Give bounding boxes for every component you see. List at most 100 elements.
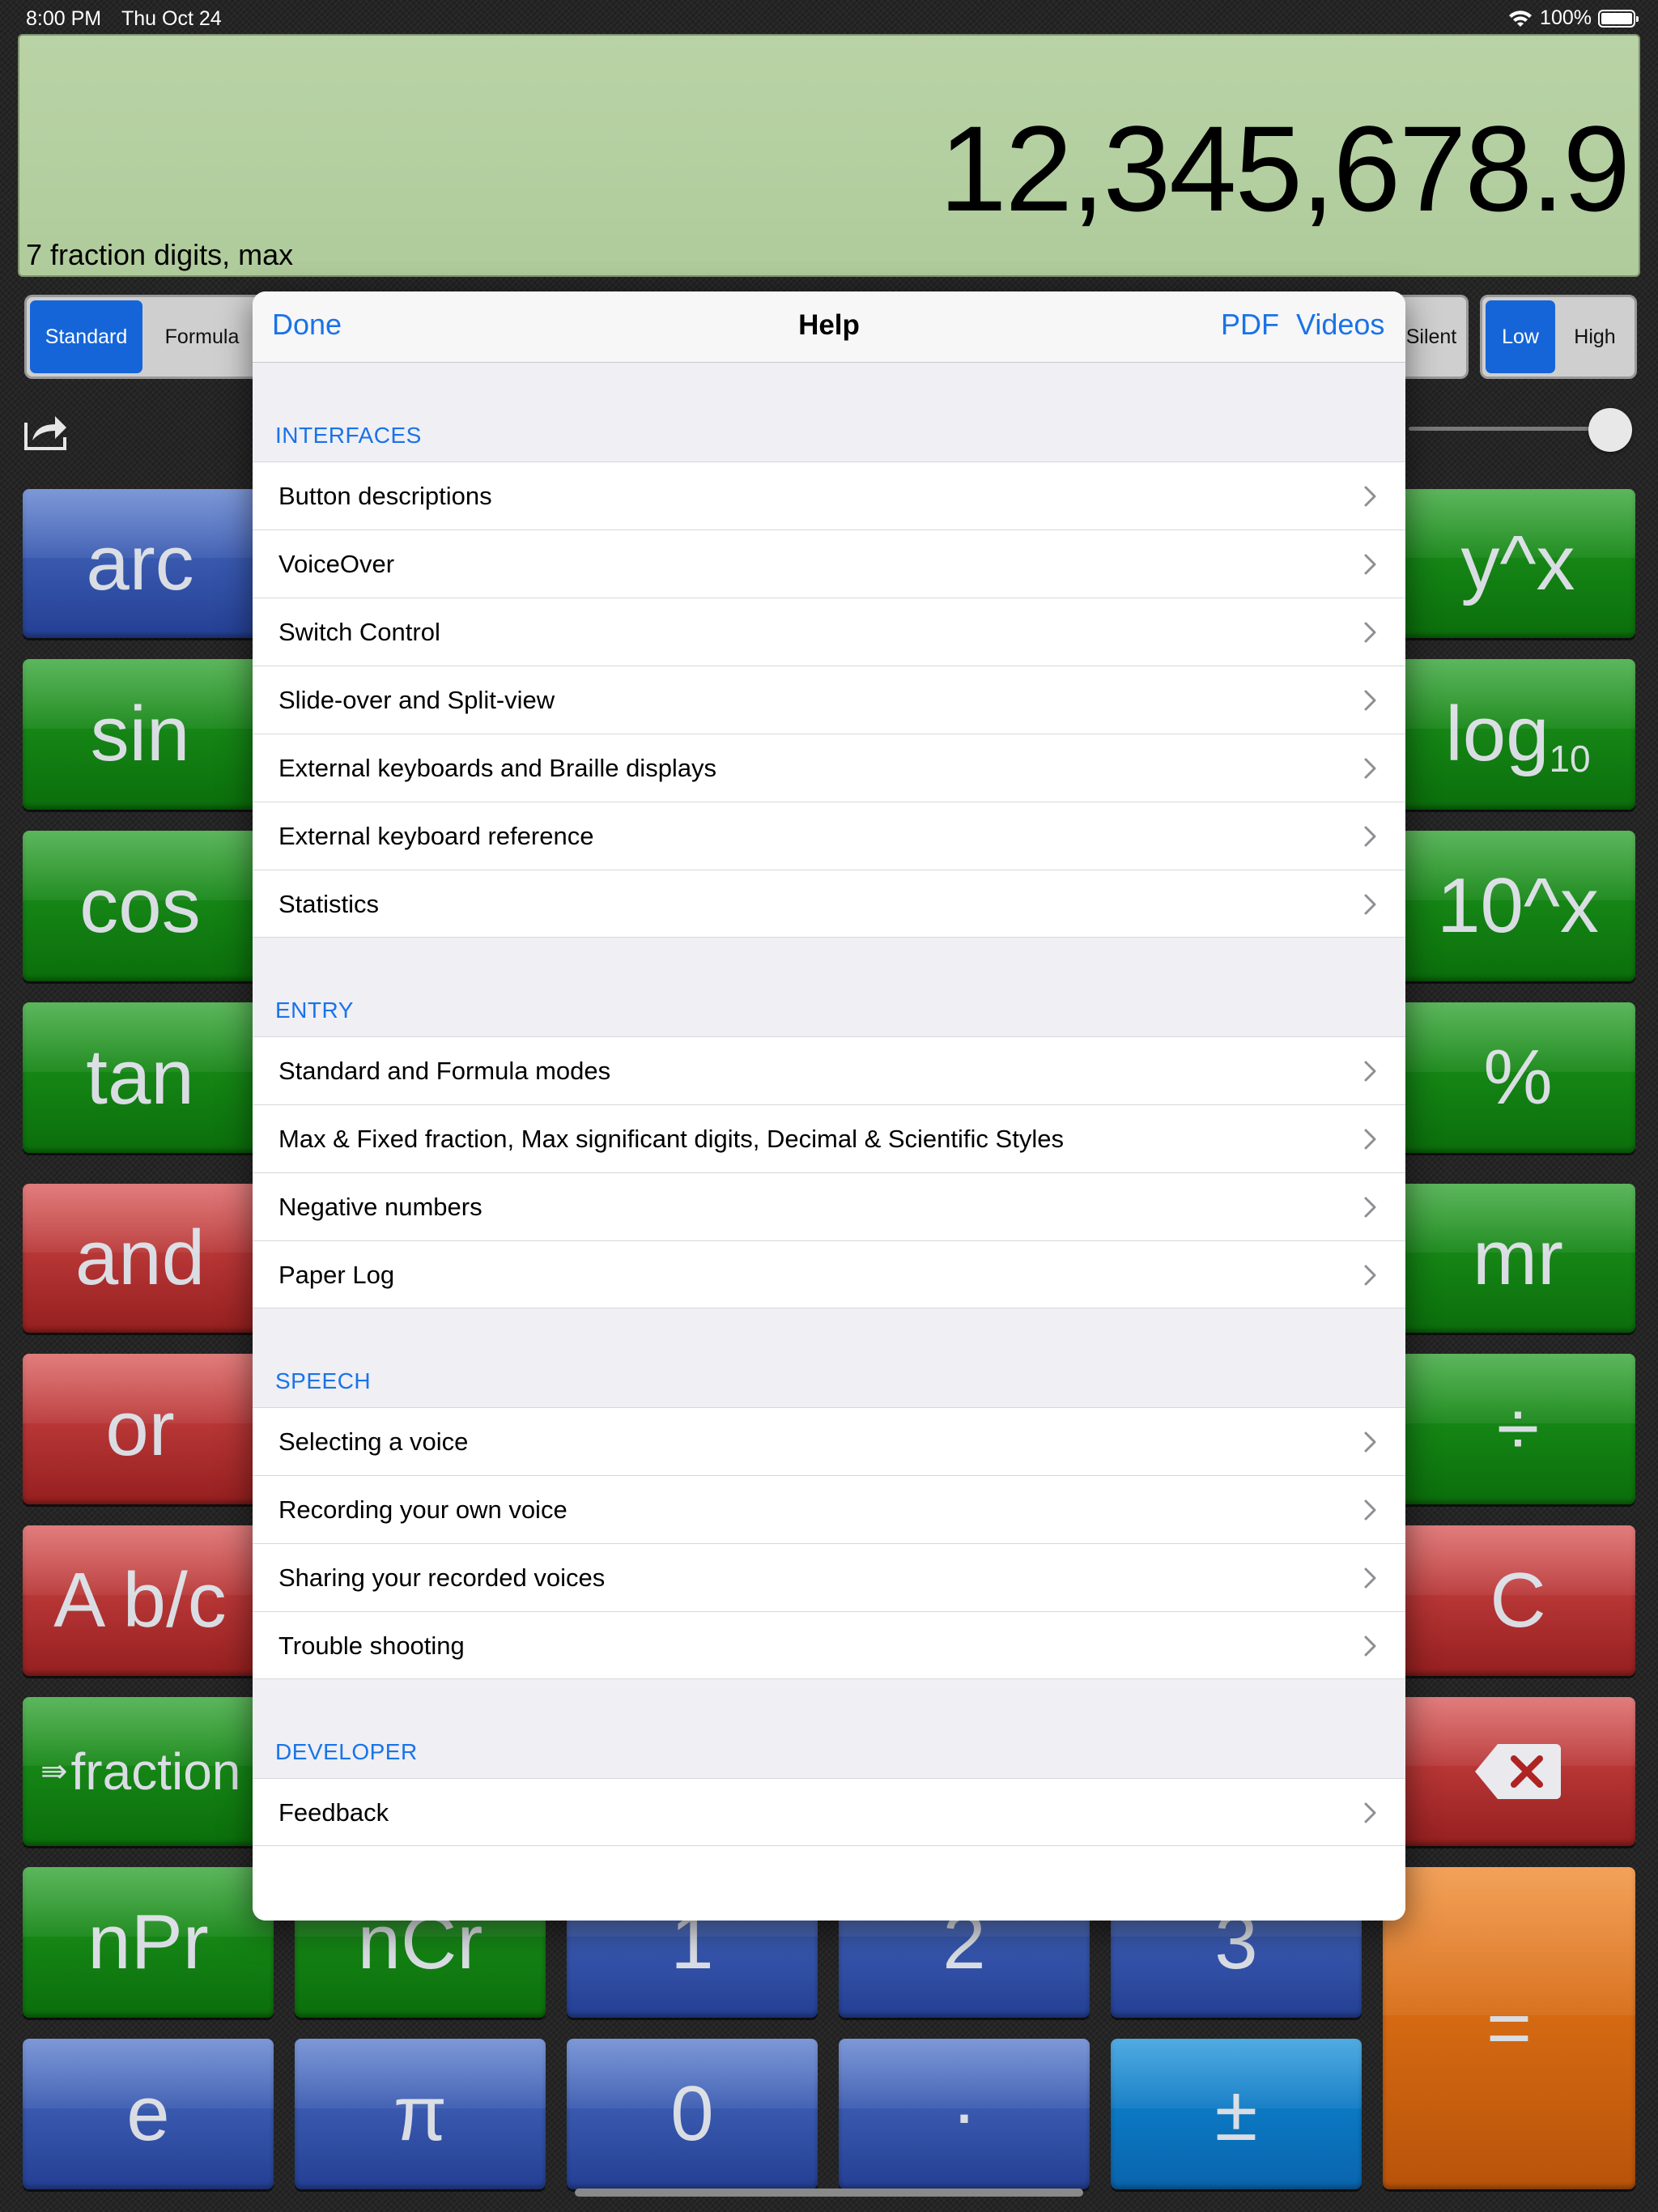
key-cos[interactable]: cos	[23, 831, 257, 981]
display-format-info: 7 fraction digits, max	[26, 238, 294, 271]
help-list-item-label: Feedback	[278, 1798, 389, 1827]
help-list-item[interactable]: External keyboards and Braille displays	[253, 734, 1405, 802]
key-sin[interactable]: sin	[23, 659, 257, 810]
home-indicator[interactable]	[575, 2189, 1083, 2197]
help-list-item[interactable]: Trouble shooting	[253, 1611, 1405, 1679]
wifi-icon	[1509, 10, 1533, 27]
key-divide[interactable]: ÷	[1401, 1354, 1635, 1504]
videos-button[interactable]: Videos	[1296, 308, 1384, 342]
key-a-b-c[interactable]: A b/c	[23, 1525, 257, 1676]
key-fraction-label: fraction	[70, 1742, 241, 1801]
help-list-item[interactable]: Slide-over and Split-view	[253, 666, 1405, 734]
key-percent[interactable]: %	[1401, 1002, 1635, 1153]
section-header: SPEECH	[253, 1308, 1405, 1407]
key-fraction[interactable]: ⇛ fraction	[23, 1697, 257, 1846]
help-list-item[interactable]: Max & Fixed fraction, Max significant di…	[253, 1104, 1405, 1172]
chevron-right-icon	[1364, 1197, 1376, 1218]
help-list-item[interactable]: Sharing your recorded voices	[253, 1543, 1405, 1611]
pitch-high-option[interactable]: High	[1558, 300, 1631, 373]
display-value: 12,345,678.9	[939, 100, 1630, 236]
chevron-right-icon	[1364, 826, 1376, 847]
help-navbar: Done Help PDF Videos	[253, 291, 1405, 363]
help-list-item[interactable]: Statistics	[253, 870, 1405, 938]
mode-formula-option[interactable]: Formula	[146, 300, 258, 373]
calculator-display: 12,345,678.9 7 fraction digits, max	[18, 34, 1640, 277]
help-list-item-label: Button descriptions	[278, 482, 492, 510]
key-equals[interactable]: =	[1383, 1867, 1635, 2189]
key-and[interactable]: and	[23, 1184, 257, 1333]
help-list-item-label: Selecting a voice	[278, 1427, 469, 1456]
key-plus-minus[interactable]: ±	[1111, 2039, 1362, 2189]
chevron-right-icon	[1364, 1129, 1376, 1150]
chevron-right-icon	[1364, 554, 1376, 575]
key-tan[interactable]: tan	[23, 1002, 257, 1153]
chevron-right-icon	[1364, 1568, 1376, 1589]
help-list-item[interactable]: Standard and Formula modes	[253, 1036, 1405, 1104]
volume-slider-track[interactable]	[1409, 427, 1595, 431]
key-backspace[interactable]	[1401, 1697, 1635, 1846]
chevron-right-icon	[1364, 1636, 1376, 1657]
help-list-item-label: Slide-over and Split-view	[278, 686, 555, 714]
help-list-item[interactable]: Selecting a voice	[253, 1407, 1405, 1475]
key-0[interactable]: 0	[567, 2039, 818, 2189]
chevron-right-icon	[1364, 894, 1376, 915]
help-list-item[interactable]: Switch Control	[253, 598, 1405, 666]
battery-icon	[1598, 9, 1639, 28]
backspace-icon	[1475, 1744, 1561, 1799]
key-arc[interactable]: arc	[23, 489, 257, 638]
key-clear[interactable]: C	[1401, 1525, 1635, 1676]
help-list-item[interactable]: Negative numbers	[253, 1172, 1405, 1240]
key-pi[interactable]: π	[295, 2039, 546, 2189]
status-date: Thu Oct 24	[121, 7, 222, 30]
key-or[interactable]: or	[23, 1354, 257, 1504]
help-list-item-label: VoiceOver	[278, 550, 395, 578]
help-list: INTERFACES Button descriptions VoiceOver Sw…	[253, 363, 1405, 1846]
key-decimal[interactable]: ·	[839, 2039, 1090, 2189]
help-list-item[interactable]: Feedback	[253, 1778, 1405, 1846]
status-time: 8:00 PM	[26, 7, 102, 30]
section-header: ENTRY	[253, 938, 1405, 1036]
mode-standard-option[interactable]: Standard	[30, 300, 142, 373]
section-header: DEVELOPER	[253, 1679, 1405, 1778]
help-list-item-label: Standard and Formula modes	[278, 1057, 611, 1085]
chevron-right-icon	[1364, 1431, 1376, 1453]
help-list-item[interactable]: Paper Log	[253, 1240, 1405, 1308]
key-npr[interactable]: nPr	[23, 1867, 274, 2018]
key-y-power-x[interactable]: y^x	[1401, 489, 1635, 638]
help-list-item-label: Trouble shooting	[278, 1631, 465, 1660]
help-list-item-label: Statistics	[278, 890, 380, 918]
chevron-right-icon	[1364, 1499, 1376, 1521]
volume-slider-thumb[interactable]	[1588, 408, 1632, 452]
section-header-label: INTERFACES	[275, 423, 422, 448]
key-log10-label: log	[1445, 691, 1550, 777]
speech-silent-option[interactable]: Silent	[1403, 300, 1460, 373]
key-log10[interactable]: log 10	[1401, 659, 1635, 810]
help-list-item[interactable]: VoiceOver	[253, 530, 1405, 598]
pdf-button[interactable]: PDF	[1221, 308, 1279, 342]
fraction-arrow-icon: ⇛	[40, 1754, 68, 1789]
section-group: Button descriptions VoiceOver Switch Contr…	[253, 462, 1405, 938]
section-header-label: SPEECH	[275, 1368, 372, 1393]
chevron-right-icon	[1364, 758, 1376, 779]
chevron-right-icon	[1364, 1802, 1376, 1823]
section-header: INTERFACES	[253, 363, 1405, 462]
pitch-low-option[interactable]: Low	[1486, 300, 1555, 373]
help-list-item-label: Negative numbers	[278, 1193, 483, 1221]
chevron-right-icon	[1364, 1061, 1376, 1082]
chevron-right-icon	[1364, 1265, 1376, 1286]
key-ten-power-x[interactable]: 10^x	[1401, 831, 1635, 981]
status-right: 100%	[1507, 6, 1639, 30]
chevron-right-icon	[1364, 690, 1376, 711]
section-group: Standard and Formula modes Max & Fixed fr…	[253, 1036, 1405, 1308]
help-list-item-label: Max & Fixed fraction, Max significant di…	[278, 1125, 1064, 1153]
help-list-item-label: Sharing your recorded voices	[278, 1563, 606, 1592]
mode-segmented-control[interactable]: Standard Formula	[24, 295, 264, 379]
help-list-item[interactable]: Recording your own voice	[253, 1475, 1405, 1543]
help-list-item[interactable]: External keyboard reference	[253, 802, 1405, 870]
share-icon[interactable]	[23, 408, 70, 452]
help-list-item[interactable]: Button descriptions	[253, 462, 1405, 530]
battery-percent: 100%	[1540, 6, 1592, 29]
key-e[interactable]: e	[23, 2039, 274, 2189]
pitch-segmented-control[interactable]: Low High	[1480, 295, 1637, 379]
key-memory-recall[interactable]: mr	[1401, 1184, 1635, 1333]
